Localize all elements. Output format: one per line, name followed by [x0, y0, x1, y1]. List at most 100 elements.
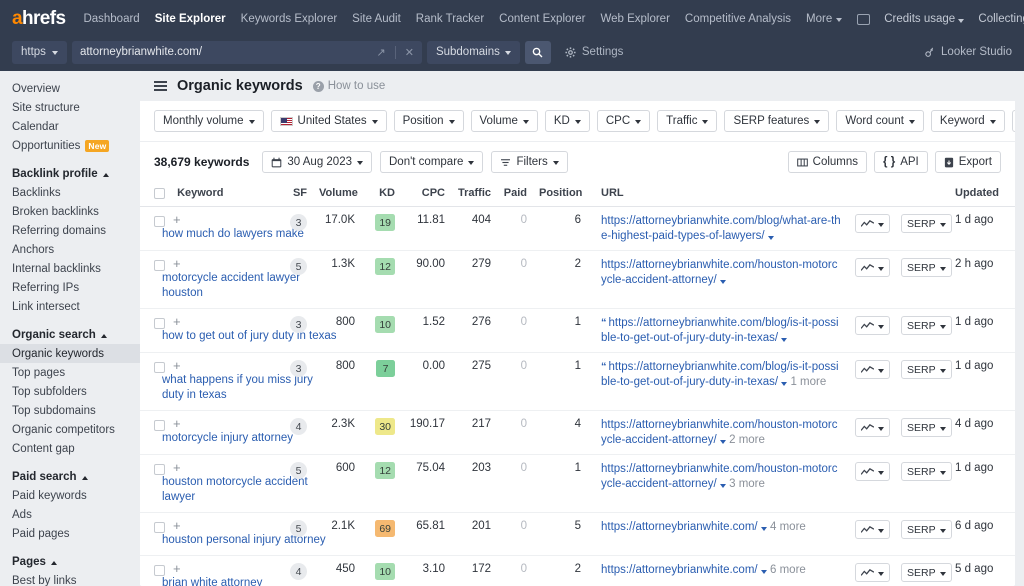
nav-link-site-audit[interactable]: Site Audit [352, 13, 401, 25]
add-to-list-icon[interactable]: + [173, 518, 181, 533]
add-to-list-icon[interactable]: + [173, 460, 181, 475]
chevron-down-icon[interactable] [761, 570, 767, 574]
credits-usage-menu[interactable]: Credits usage [884, 13, 964, 25]
add-to-list-icon[interactable]: + [173, 416, 181, 431]
chevron-down-icon[interactable] [781, 382, 787, 386]
sidebar-item-organic-competitors[interactable]: Organic competitors [0, 420, 140, 439]
nav-link-dashboard[interactable]: Dashboard [83, 13, 139, 25]
nav-link-competitive-analysis[interactable]: Competitive Analysis [685, 13, 791, 25]
url-link[interactable]: https://attorneybrianwhite.com/blog/is-i… [601, 317, 839, 344]
url-link[interactable]: https://attorneybrianwhite.com/ [601, 564, 758, 576]
position-history-button[interactable] [855, 418, 890, 437]
keyword-link[interactable]: how much do lawyers make [162, 227, 337, 242]
url-link[interactable]: https://attorneybrianwhite.com/blog/what… [601, 215, 841, 242]
ahrefs-logo[interactable]: ahrefs [12, 8, 65, 30]
sidebar-item-content-gap[interactable]: Content gap [0, 439, 140, 458]
row-checkbox[interactable] [154, 420, 165, 431]
add-to-list-icon[interactable]: + [173, 314, 181, 329]
keyword-link[interactable]: houston personal injury attorney [162, 533, 337, 548]
row-checkbox[interactable] [154, 260, 165, 271]
filter-serp-features[interactable]: SERP features [724, 110, 829, 132]
th-kd[interactable]: KD [361, 182, 401, 207]
add-to-list-icon[interactable]: + [173, 212, 181, 227]
sidebar-item-site-structure[interactable]: Site structure [0, 98, 140, 117]
position-history-button[interactable] [855, 462, 890, 481]
filter-keyword[interactable]: Keyword [931, 110, 1005, 132]
sidebar-item-top-subdomains[interactable]: Top subdomains [0, 401, 140, 420]
table-row[interactable]: +how to get out of jury duty in texas380… [140, 309, 1015, 353]
th-url[interactable]: URL [587, 182, 849, 207]
row-checkbox[interactable] [154, 216, 165, 227]
sidebar-item-best-by-links[interactable]: Best by links [0, 571, 140, 586]
serp-button[interactable]: SERP [901, 214, 952, 233]
filter-traffic[interactable]: Traffic [657, 110, 717, 132]
settings-button[interactable]: Settings [565, 46, 624, 58]
api-button[interactable]: { } API [874, 151, 928, 173]
keyword-link[interactable]: motorcycle accident lawyer houston [162, 271, 337, 301]
serp-button[interactable]: SERP [901, 360, 952, 379]
more-urls-label[interactable]: 6 more [770, 564, 806, 576]
th-position[interactable]: Position [533, 182, 587, 207]
chevron-down-icon[interactable] [761, 527, 767, 531]
chevron-down-icon[interactable] [720, 484, 726, 488]
sidebar-group-paid-search[interactable]: Paid search [0, 467, 140, 486]
serp-button[interactable]: SERP [901, 316, 952, 335]
row-checkbox[interactable] [154, 318, 165, 329]
add-to-list-icon[interactable]: + [173, 561, 181, 576]
sidebar-item-paid-pages[interactable]: Paid pages [0, 524, 140, 543]
chevron-down-icon[interactable] [720, 440, 726, 444]
more-urls-label[interactable]: 4 more [770, 521, 806, 533]
filter-word-count[interactable]: Word count [836, 110, 924, 132]
search-button[interactable] [525, 41, 551, 64]
table-row[interactable]: +how much do lawyers make317.0K1911.8140… [140, 207, 1015, 251]
sidebar-item-paid-keywords[interactable]: Paid keywords [0, 486, 140, 505]
sidebar-item-internal-backlinks[interactable]: Internal backlinks [0, 259, 140, 278]
table-row[interactable]: +houston motorcycle accident lawyer56001… [140, 455, 1015, 513]
th-volume[interactable]: Volume [313, 182, 361, 207]
sidebar-item-backlinks[interactable]: Backlinks [0, 183, 140, 202]
nav-link-keywords-explorer[interactable]: Keywords Explorer [241, 13, 338, 25]
position-history-button[interactable] [855, 520, 890, 539]
sidebar-item-anchors[interactable]: Anchors [0, 240, 140, 259]
table-row[interactable]: +houston personal injury attorney52.1K69… [140, 513, 1015, 556]
keyword-link[interactable]: how to get out of jury duty in texas [162, 329, 337, 344]
filters-button[interactable]: Filters [491, 151, 567, 173]
serp-button[interactable]: SERP [901, 462, 952, 481]
select-all-checkbox[interactable] [154, 188, 165, 199]
sidebar-item-top-subfolders[interactable]: Top subfolders [0, 382, 140, 401]
position-history-button[interactable] [855, 316, 890, 335]
export-button[interactable]: Export [935, 151, 1001, 173]
sidebar-item-overview[interactable]: Overview [0, 79, 140, 98]
columns-button[interactable]: Columns [788, 151, 867, 173]
protocol-select[interactable]: https [12, 41, 67, 64]
th-sf[interactable]: SF [279, 182, 313, 207]
row-checkbox[interactable] [154, 362, 165, 373]
keyword-link[interactable]: brian white attorney [162, 576, 337, 586]
filter-url[interactable]: URL [1012, 110, 1015, 132]
filter-united-states[interactable]: United States [271, 110, 387, 132]
sidebar-item-referring-ips[interactable]: Referring IPs [0, 278, 140, 297]
more-urls-label[interactable]: 3 more [729, 478, 765, 490]
external-link-icon[interactable]: ↗︎ [377, 46, 386, 59]
serp-button[interactable]: SERP [901, 563, 952, 582]
th-keyword[interactable]: Keyword [140, 182, 279, 207]
row-checkbox[interactable] [154, 522, 165, 533]
row-checkbox[interactable] [154, 464, 165, 475]
row-checkbox[interactable] [154, 565, 165, 576]
filter-cpc[interactable]: CPC [597, 110, 650, 132]
url-link[interactable]: https://attorneybrianwhite.com/ [601, 521, 758, 533]
chevron-down-icon[interactable] [781, 338, 787, 342]
account-menu[interactable]: Collecting Cents [978, 13, 1024, 25]
nav-link-rank-tracker[interactable]: Rank Tracker [416, 13, 484, 25]
table-row[interactable]: +motorcycle accident lawyer houston51.3K… [140, 251, 1015, 309]
position-history-button[interactable] [855, 258, 890, 277]
sidebar-group-backlink-profile[interactable]: Backlink profile [0, 164, 140, 183]
th-paid[interactable]: Paid [497, 182, 533, 207]
serp-button[interactable]: SERP [901, 258, 952, 277]
sidebar-item-top-pages[interactable]: Top pages [0, 363, 140, 382]
date-picker[interactable]: 30 Aug 2023 [262, 151, 372, 173]
serp-button[interactable]: SERP [901, 418, 952, 437]
chevron-down-icon[interactable] [720, 280, 726, 284]
monitor-icon[interactable] [857, 14, 870, 25]
scope-select[interactable]: Subdomains [427, 41, 520, 64]
